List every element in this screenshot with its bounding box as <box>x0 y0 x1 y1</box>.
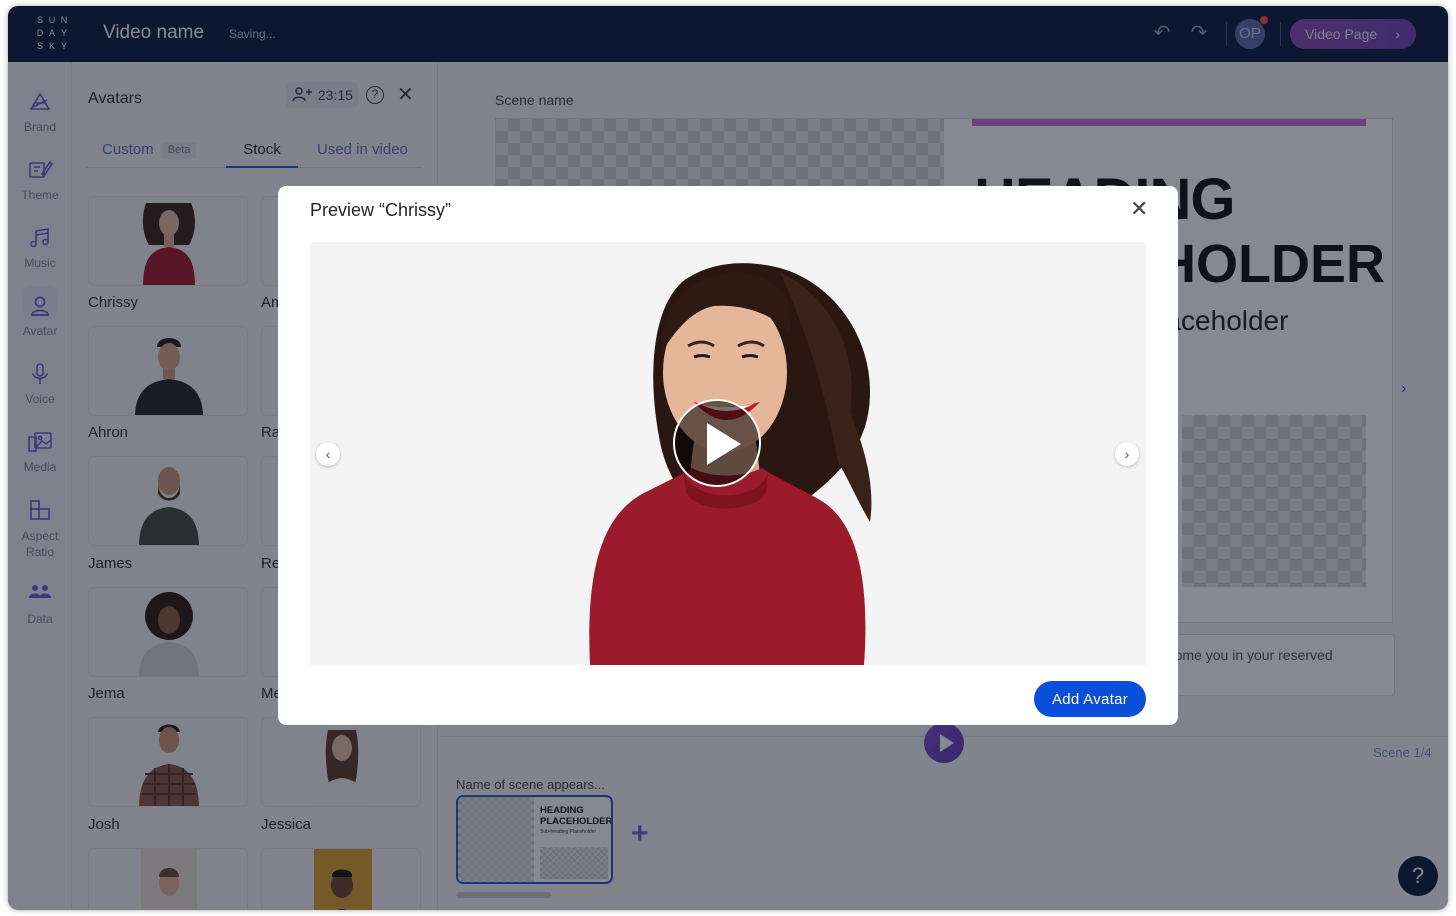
next-arrow-button[interactable]: › <box>1115 442 1139 466</box>
video-preview[interactable]: ‹ › <box>310 242 1146 665</box>
close-icon[interactable]: ✕ <box>1130 198 1148 220</box>
play-video-button[interactable] <box>673 399 761 487</box>
avatar-preview-modal: Preview “Chrissy” ✕ ‹ › Add Avatar <box>278 186 1178 725</box>
modal-title: Preview “Chrissy” <box>310 200 452 220</box>
add-avatar-button[interactable]: Add Avatar <box>1034 681 1146 717</box>
previous-arrow-button[interactable]: ‹ <box>316 442 340 466</box>
app-window: S U N D A Y S K Y Video name Saving... ↶… <box>8 6 1448 910</box>
